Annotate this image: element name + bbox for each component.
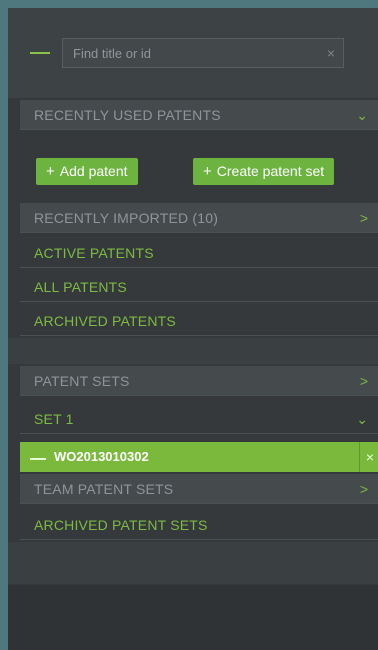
team-patent-sets-label: TEAM PATENT SETS <box>34 481 174 497</box>
search-bar: × <box>8 8 378 98</box>
team-patent-sets-header[interactable]: TEAM PATENT SETS > <box>20 474 378 504</box>
chevron-right-icon: > <box>359 481 368 497</box>
set-1-item[interactable]: SET 1 ⌄ <box>20 404 378 434</box>
chevron-down-icon: ⌄ <box>356 107 368 123</box>
archived-patent-sets-item[interactable]: ARCHIVED PATENT SETS <box>20 510 378 540</box>
all-patents-label: ALL PATENTS <box>34 279 127 295</box>
patent-sets-header[interactable]: PATENT SETS > <box>20 366 378 396</box>
all-patents-item[interactable]: ALL PATENTS <box>20 272 378 302</box>
plus-icon: + <box>203 163 212 180</box>
search-field: × <box>62 38 344 68</box>
active-patents-item[interactable]: ACTIVE PATENTS <box>20 238 378 268</box>
plus-icon: + <box>46 163 55 180</box>
section-divider <box>8 338 378 364</box>
active-patents-label: ACTIVE PATENTS <box>34 245 154 261</box>
search-input[interactable] <box>63 39 333 67</box>
selected-patent-row[interactable]: WO2013010302 × <box>20 442 378 472</box>
patent-id: WO2013010302 <box>54 449 149 464</box>
clear-search-icon[interactable]: × <box>327 45 335 61</box>
chevron-right-icon: > <box>359 210 368 226</box>
create-patent-set-button[interactable]: + Create patent set <box>193 158 335 185</box>
collapse-icon[interactable] <box>30 52 50 54</box>
patent-sets-label: PATENT SETS <box>34 373 130 389</box>
create-patent-set-label: Create patent set <box>216 163 325 179</box>
add-patent-label: Add patent <box>59 163 128 179</box>
archived-patents-item[interactable]: ARCHIVED PATENTS <box>20 306 378 336</box>
row-divider <box>359 442 360 472</box>
recently-imported-label: RECENTLY IMPORTED (10) <box>34 210 219 226</box>
footer-area <box>8 585 378 650</box>
recently-used-patents-header[interactable]: RECENTLY USED PATENTS ⌄ <box>20 100 378 130</box>
chevron-down-icon: ⌄ <box>356 411 368 427</box>
recently-used-patents-label: RECENTLY USED PATENTS <box>34 107 221 123</box>
patent-sidebar: × RECENTLY USED PATENTS ⌄ +Add patent +C… <box>8 8 378 650</box>
chevron-right-icon: > <box>359 373 368 389</box>
archived-patents-label: ARCHIVED PATENTS <box>34 313 176 329</box>
set-1-label: SET 1 <box>34 411 74 427</box>
archived-patent-sets-label: ARCHIVED PATENT SETS <box>34 517 208 533</box>
patent-line-icon <box>30 458 46 460</box>
empty-area <box>8 542 378 584</box>
recently-imported-item[interactable]: RECENTLY IMPORTED (10) > <box>20 203 378 233</box>
remove-patent-icon[interactable]: × <box>366 442 374 472</box>
add-patent-button[interactable]: + Add patent <box>36 158 138 185</box>
